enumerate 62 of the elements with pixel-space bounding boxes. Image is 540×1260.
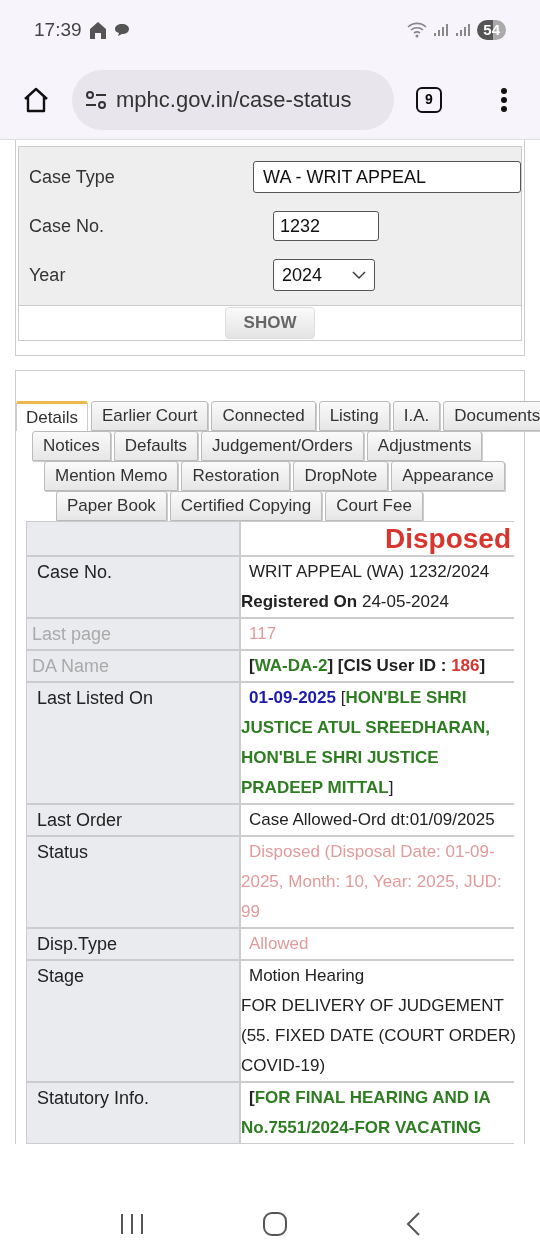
tab[interactable]: Documents xyxy=(443,401,540,431)
tab[interactable]: Connected xyxy=(211,401,316,431)
table-value-text: Allowed xyxy=(248,933,310,955)
show-button[interactable]: SHOW xyxy=(224,307,316,339)
url-text: mphc.gov.in/case-status xyxy=(116,86,352,114)
home-icon[interactable] xyxy=(22,85,50,114)
tab[interactable]: Paper Book xyxy=(56,491,167,521)
tab[interactable]: Restoration xyxy=(181,461,291,491)
signal-icon xyxy=(433,22,450,38)
tab[interactable]: Mention Memo xyxy=(44,461,179,491)
table-value-text: FOR DELIVERY OF JUDGEMENT (55. FIXED DATE (COURT ORDER) COVID-19) xyxy=(241,995,517,1077)
field-label: Case Type xyxy=(28,165,116,189)
address-bar[interactable]: mphc.gov.in/case-status xyxy=(72,69,394,130)
table-value-text: Disposed (Disposal Date: 01-09-2025, Month: 10, Year: 2025, JUD: 99 xyxy=(241,841,503,923)
field-label: Year xyxy=(28,263,67,287)
tab[interactable]: Appearance xyxy=(391,461,505,491)
table-label-cell: Stage xyxy=(27,961,239,1081)
table-value-text: WRIT APPEAL (WA) 1232/2024 xyxy=(248,561,491,583)
tab[interactable]: Certified Copying xyxy=(169,491,323,521)
more-icon[interactable] xyxy=(500,86,508,113)
tab-count[interactable]: 9 xyxy=(416,86,442,113)
tab[interactable]: Listing xyxy=(318,401,390,431)
table-label-cell: Status xyxy=(27,837,239,927)
table-value-text: Registered On 24-05-2024 xyxy=(241,591,450,613)
table-value-text: [FOR FINAL HEARING AND IA No.7551/2024-FOR VACATING xyxy=(241,1087,492,1139)
table-label-cell: Last page xyxy=(27,619,239,649)
tab[interactable]: Earlier Court xyxy=(90,401,209,431)
tab[interactable]: Details xyxy=(16,401,88,431)
wifi-icon xyxy=(407,22,428,38)
case-number-field[interactable]: 1232 xyxy=(273,211,379,241)
tab[interactable]: Adjustments xyxy=(366,431,483,461)
table-label-cell: DA Name xyxy=(27,651,239,681)
signal-icon xyxy=(455,22,472,38)
tab[interactable]: Defaults xyxy=(113,431,199,461)
chat-icon xyxy=(113,23,130,37)
recent-apps-icon[interactable] xyxy=(118,1213,145,1235)
tab[interactable]: I.A. xyxy=(392,401,441,431)
table-label-cell: Disp.Type xyxy=(27,929,239,959)
home-icon xyxy=(87,20,108,40)
field-label: Case No. xyxy=(28,214,106,238)
table-label-cell: Statutory Info. xyxy=(27,1083,239,1143)
back-icon[interactable] xyxy=(405,1211,422,1237)
table-value-text: 117 xyxy=(248,623,278,645)
home-button-icon[interactable] xyxy=(262,1211,288,1237)
battery-indicator: 54 xyxy=(477,20,506,40)
status-time: 17:39 xyxy=(34,17,82,42)
table-value-text: [WA-DA-2] [CIS User ID : 186] xyxy=(248,655,487,677)
table-label-cell: Last Order xyxy=(27,805,239,835)
tab[interactable]: Notices xyxy=(32,431,111,461)
table-value-text: Case Allowed-Ord dt:01/09/2025 xyxy=(248,809,496,831)
table-value-text: Motion Hearing xyxy=(248,965,366,987)
case-type-select[interactable]: WA - WRIT APPEAL xyxy=(253,161,521,193)
tune-icon xyxy=(84,89,108,110)
table-value-text: 01-09-2025 [HON'BLE SHRI JUSTICE ATUL SREEDHARAN, HON'BLE SHRI JUSTICE PRADEEP MITTAL] xyxy=(241,687,492,799)
year-select[interactable]: 2024 xyxy=(273,259,375,291)
tab[interactable]: DropNote xyxy=(293,461,389,491)
tab[interactable]: Court Fee xyxy=(325,491,423,521)
status-heading: Disposed xyxy=(384,522,511,555)
tab[interactable]: Judgement/Orders xyxy=(201,431,364,461)
chevron-down-icon xyxy=(352,271,366,279)
table-label-cell: Case No. xyxy=(27,557,239,617)
table-label-cell: Last Listed On xyxy=(27,683,239,803)
